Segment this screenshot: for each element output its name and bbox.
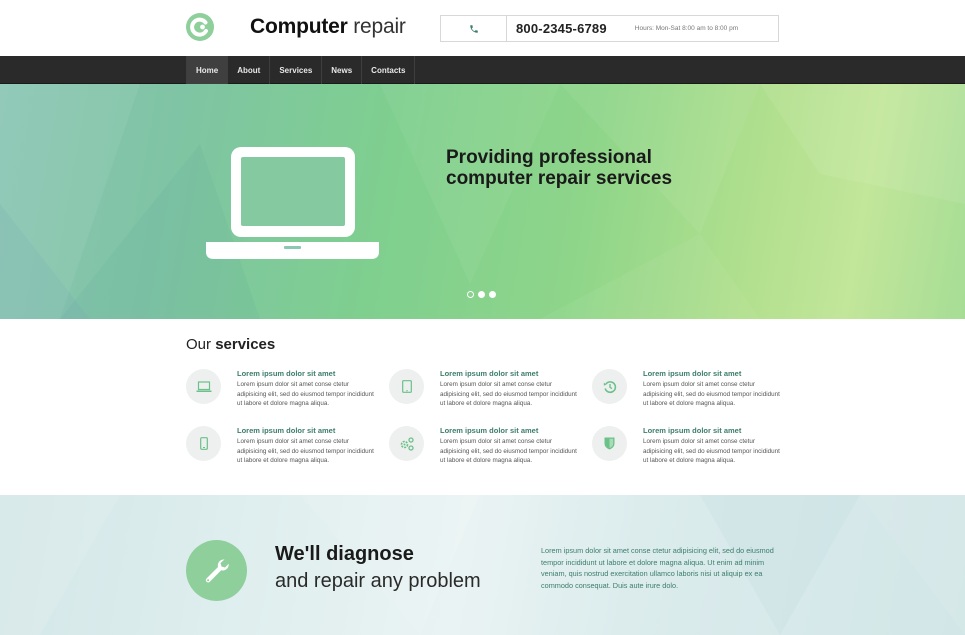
service-icon-circle <box>592 426 627 461</box>
gears-icon <box>400 436 414 451</box>
tablet-icon <box>401 380 412 393</box>
hero-title: Providing professional computer repair s… <box>446 147 672 189</box>
service-title[interactable]: Lorem ipsum dolor sit amet <box>440 369 538 378</box>
slider-pagination <box>467 291 496 298</box>
service-text: Lorem ipsum dolor sit amet conse ctetur … <box>440 438 577 465</box>
phone-icon <box>469 24 478 33</box>
nav-item-home[interactable]: Home <box>187 56 229 84</box>
services-heading-bold: services <box>215 336 276 353</box>
laptop-icon <box>196 380 211 392</box>
hero-background-facets <box>0 84 965 319</box>
hero-title-line2: computer repair services <box>446 168 673 189</box>
service-item: Lorem ipsum dolor sit amet Lorem ipsum d… <box>389 426 589 476</box>
service-item: Lorem ipsum dolor sit amet Lorem ipsum d… <box>186 426 386 476</box>
nav-list: Home About Services News Contacts <box>186 56 416 84</box>
service-title[interactable]: Lorem ipsum dolor sit amet <box>237 369 335 378</box>
service-title[interactable]: Lorem ipsum dolor sit amet <box>643 369 741 378</box>
diagnose-title: We'll diagnose <box>275 543 414 565</box>
shield-icon <box>604 437 615 450</box>
smartphone-icon <box>199 437 208 450</box>
service-title[interactable]: Lorem ipsum dolor sit amet <box>237 426 335 435</box>
slider-dot-1[interactable] <box>467 291 474 298</box>
service-icon-circle <box>389 426 424 461</box>
service-item: Lorem ipsum dolor sit amet Lorem ipsum d… <box>389 369 589 419</box>
diagnose-text: Lorem ipsum dolor sit amet conse ctetur … <box>541 546 774 590</box>
nav-item-about[interactable]: About <box>228 56 271 84</box>
service-text: Lorem ipsum dolor sit amet conse ctetur … <box>643 438 780 465</box>
nav-item-services[interactable]: Services <box>270 56 323 84</box>
service-icon-circle <box>186 369 221 404</box>
main-nav: Home About Services News Contacts <box>0 56 965 84</box>
service-item: Lorem ipsum dolor sit amet Lorem ipsum d… <box>592 426 792 476</box>
service-icon-circle <box>389 369 424 404</box>
hero-title-line1: Providing professional <box>446 147 652 168</box>
service-title[interactable]: Lorem ipsum dolor sit amet <box>440 426 538 435</box>
service-icon-circle <box>592 369 627 404</box>
service-text: Lorem ipsum dolor sit amet conse ctetur … <box>440 381 577 408</box>
slider-dot-2[interactable] <box>478 291 485 298</box>
wrench-icon-circle <box>186 540 247 601</box>
services-heading: Our services <box>186 336 275 353</box>
nav-item-contacts[interactable]: Contacts <box>362 56 416 84</box>
brand-bold: Computer <box>250 15 348 38</box>
logo-icon[interactable] <box>186 13 214 41</box>
service-text: Lorem ipsum dolor sit amet conse ctetur … <box>237 438 374 465</box>
contact-box: 800-2345-6789 Hours: Mon-Sat 8:00 am to … <box>440 15 779 42</box>
slider-dot-3[interactable] <box>489 291 496 298</box>
nav-item-news[interactable]: News <box>322 56 363 84</box>
wrench-icon <box>205 558 229 582</box>
phone-number[interactable]: 800-2345-6789 <box>516 21 607 36</box>
history-icon <box>603 380 616 393</box>
service-text: Lorem ipsum dolor sit amet conse ctetur … <box>643 381 780 408</box>
diagnose-subtitle: and repair any problem <box>275 570 481 592</box>
services-heading-light: Our <box>186 336 212 353</box>
service-text: Lorem ipsum dolor sit amet conse ctetur … <box>237 381 374 408</box>
phone-icon-cell <box>441 16 507 41</box>
service-item: Lorem ipsum dolor sit amet Lorem ipsum d… <box>186 369 386 419</box>
band-background-facets <box>0 495 965 635</box>
service-item: Lorem ipsum dolor sit amet Lorem ipsum d… <box>592 369 792 419</box>
business-hours: Hours: Mon-Sat 8:00 am to 8:00 pm <box>634 25 739 32</box>
site-header: Computer repair 800-2345-6789 Hours: Mon… <box>0 0 965 56</box>
service-icon-circle <box>186 426 221 461</box>
service-title[interactable]: Lorem ipsum dolor sit amet <box>643 426 741 435</box>
brand-title[interactable]: Computer repair <box>250 15 406 39</box>
hero-slider: Providing professional computer repair s… <box>0 84 965 319</box>
diagnose-section: We'll diagnose and repair any problem Lo… <box>0 495 965 635</box>
laptop-icon <box>206 147 379 259</box>
brand-light: repair <box>353 15 406 38</box>
